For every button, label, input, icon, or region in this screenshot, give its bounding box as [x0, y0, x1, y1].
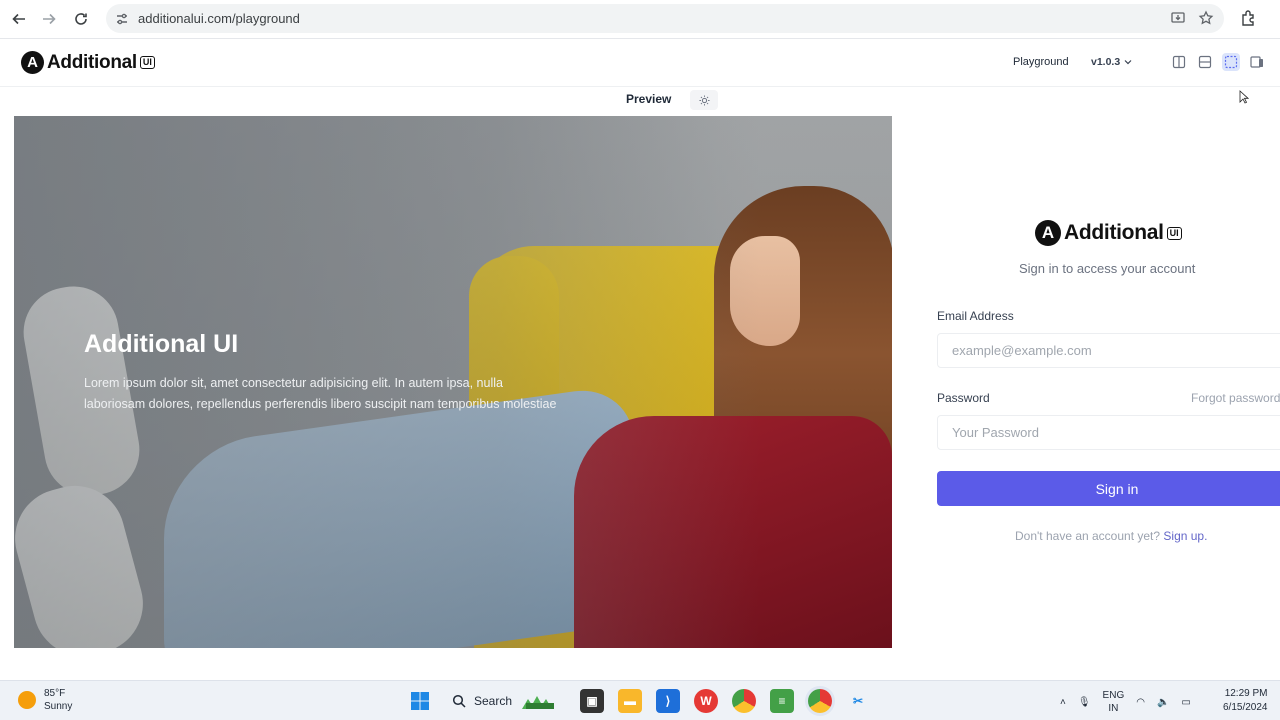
arrow-right-icon: [43, 13, 56, 25]
office-icon[interactable]: W: [694, 689, 718, 713]
logo-mark: A: [21, 51, 44, 74]
sun-icon: [698, 94, 710, 106]
vscode-icon[interactable]: ⟩: [656, 689, 680, 713]
split-vertical-icon: [1172, 55, 1186, 69]
signin-subtitle: Sign in to access your account: [1019, 261, 1196, 276]
signin-logo: A Additional UI: [1035, 220, 1182, 246]
battery-icon[interactable]: ▭: [1181, 697, 1190, 708]
taskbar-apps: Search ▣ ▬ ⟩ W ≡ ✂: [408, 688, 870, 714]
app-header: A Additional UI Playground v1.0.3: [0, 38, 1280, 87]
site-settings-icon[interactable]: [114, 11, 130, 27]
snipping-tool-icon[interactable]: ✂: [846, 689, 870, 713]
layout-split-vertical-button[interactable]: [1170, 53, 1188, 71]
layout-switcher: [1170, 53, 1266, 71]
search-label: Search: [474, 694, 513, 708]
theme-toggle-button[interactable]: [690, 90, 718, 110]
chrome-icon[interactable]: [732, 689, 756, 713]
file-explorer-icon[interactable]: ▬: [618, 689, 642, 713]
language-indicator[interactable]: ENG IN: [1103, 689, 1125, 715]
clock[interactable]: 12:29 PM 6/15/2024: [1223, 687, 1268, 715]
signup-prompt: Don't have an account yet? Sign up.: [1015, 529, 1207, 543]
weather-condition: Sunny: [44, 701, 73, 712]
arrow-left-icon: [12, 13, 25, 25]
forward-button[interactable]: [34, 4, 64, 34]
taskbar-search[interactable]: Search: [446, 688, 566, 714]
nav-link-playground[interactable]: Playground: [1013, 56, 1069, 68]
url-text[interactable]: additionalui.com/playground: [138, 11, 300, 26]
sunny-weather-icon: [18, 691, 36, 709]
reload-icon: [75, 13, 87, 25]
language-top: ENG: [1102, 690, 1125, 701]
reload-button[interactable]: [66, 4, 96, 34]
version-label: v1.0.3: [1091, 56, 1121, 68]
wifi-icon[interactable]: ◠: [1136, 697, 1145, 708]
signin-logo-mark: A: [1035, 220, 1061, 246]
task-view-icon[interactable]: ▣: [580, 689, 604, 713]
hero-description: Lorem ipsum dolor sit, amet consectetur …: [84, 376, 557, 411]
signin-logo-badge: UI: [1166, 226, 1182, 240]
windows-taskbar: 85°F Sunny Search ▣ ▬ ⟩ W ≡ ✂ ˄ 🎙 ENG IN…: [0, 680, 1280, 720]
address-bar[interactable]: additionalui.com/playground: [106, 4, 1224, 33]
system-tray: ˄ 🎙 ENG IN ◠ 🔈 ▭: [1060, 689, 1191, 715]
extensions-icon[interactable]: [1240, 9, 1258, 27]
microphone-icon[interactable]: 🎙: [1078, 697, 1091, 708]
notepad-icon[interactable]: ≡: [770, 689, 794, 713]
password-label: Password: [937, 391, 990, 405]
language-bottom: IN: [1108, 703, 1119, 714]
windows-start-icon[interactable]: [408, 689, 432, 713]
layout-split-horizontal-button[interactable]: [1196, 53, 1214, 71]
mouse-cursor-icon: [1239, 90, 1249, 104]
hero-title: Additional UI: [84, 330, 239, 358]
email-label: Email Address: [937, 309, 1014, 323]
sign-in-button[interactable]: Sign in: [937, 471, 1280, 506]
search-icon: [452, 694, 466, 708]
clock-date: 6/15/2024: [1223, 702, 1268, 713]
split-horizontal-icon: [1198, 55, 1212, 69]
signup-prompt-text: Don't have an account yet?: [1015, 529, 1161, 543]
fullscreen-icon: [1224, 55, 1238, 69]
search-highlight-icon: [522, 696, 555, 709]
volume-icon[interactable]: 🔈: [1157, 697, 1169, 708]
version-dropdown[interactable]: v1.0.3: [1091, 56, 1132, 68]
preview-label: Preview: [626, 92, 672, 106]
chevron-up-icon[interactable]: ˄: [1060, 697, 1066, 708]
layout-responsive-button[interactable]: [1248, 53, 1266, 71]
forgot-password-link[interactable]: Forgot password: [1191, 391, 1280, 405]
password-field[interactable]: [937, 415, 1280, 450]
preview-bar: Preview: [0, 87, 1280, 115]
layout-fullscreen-button[interactable]: [1222, 53, 1240, 71]
chevron-down-icon: [1124, 60, 1132, 65]
browser-toolbar: additionalui.com/playground: [0, 0, 1280, 38]
logo-text: Additional: [47, 51, 137, 73]
weather-widget[interactable]: 85°F Sunny: [18, 687, 72, 713]
clock-time: 12:29 PM: [1224, 688, 1268, 699]
back-button[interactable]: [4, 4, 34, 34]
weather-temperature: 85°F: [44, 688, 66, 699]
chrome-active-icon[interactable]: [808, 689, 832, 713]
signup-link[interactable]: Sign up.: [1163, 529, 1207, 543]
install-app-icon[interactable]: [1170, 10, 1186, 26]
bookmark-star-icon[interactable]: [1198, 10, 1214, 26]
responsive-icon: [1250, 56, 1263, 68]
logo-badge: UI: [139, 56, 155, 69]
header-logo[interactable]: A Additional UI: [21, 51, 155, 74]
signin-logo-text: Additional: [1064, 221, 1164, 244]
email-field[interactable]: [937, 333, 1280, 368]
hero-image-panel: Additional UI Lorem ipsum dolor sit, ame…: [14, 116, 892, 648]
